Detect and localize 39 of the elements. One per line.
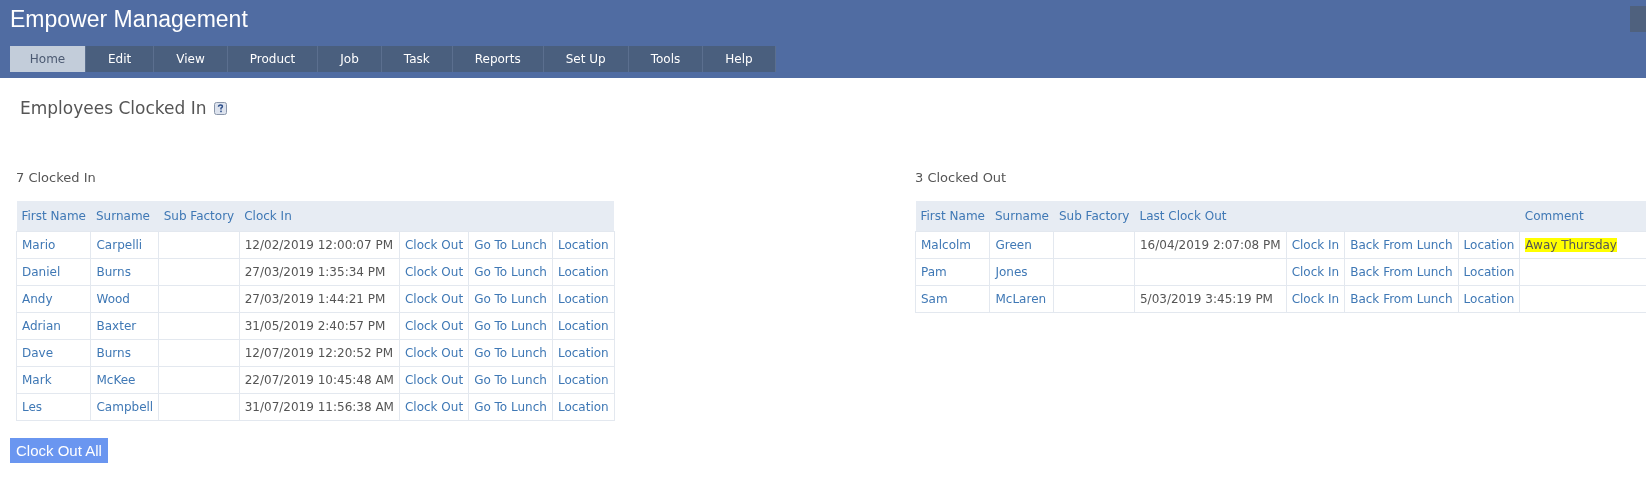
menu-tab[interactable]: Home [10, 46, 86, 72]
table-cell: 31/07/2019 11:56:38 AM [244, 400, 394, 414]
table-cell: 12/02/2019 12:00:07 PM [244, 238, 393, 252]
menu-tab[interactable]: Product [227, 46, 319, 72]
comment-text: Away Thursday [1525, 238, 1617, 252]
table-cell: 27/03/2019 1:44:21 PM [244, 292, 386, 306]
menu-tab[interactable]: Help [703, 46, 776, 72]
menu-tab[interactable]: Tools [628, 46, 704, 72]
column-header: Sub Factory [163, 209, 235, 223]
menu-tab[interactable]: View [154, 46, 228, 72]
app-title: Empower Management [10, 6, 248, 33]
employee-link[interactable]: Sam [921, 292, 948, 306]
column-header: Surname [96, 209, 150, 223]
employee-link[interactable]: Les [22, 400, 43, 414]
table-cell: 12/07/2019 12:20:52 PM [244, 346, 393, 360]
table-cell: 22/07/2019 10:45:48 AM [244, 373, 394, 387]
employee-link[interactable]: Pam [921, 265, 947, 279]
menu-tab[interactable]: Reports [452, 46, 544, 72]
menu-tab[interactable]: Job [318, 46, 382, 72]
employee-link[interactable]: Mark [22, 373, 52, 387]
table-cell: 5/03/2019 3:45:19 PM [1139, 292, 1273, 306]
table-cell: 27/03/2019 1:35:34 PM [244, 265, 386, 279]
column-header: First Name [21, 209, 86, 223]
table-cell: 31/05/2019 2:40:57 PM [244, 319, 386, 333]
table-cell: 16/04/2019 2:07:08 PM [1139, 238, 1281, 252]
column-header: Last Clock Out [1139, 209, 1227, 223]
menu-tab[interactable]: Edit [86, 46, 155, 72]
help-icon[interactable] [214, 101, 228, 115]
page-title: Employees Clocked In [20, 98, 207, 118]
column-header: First Name [920, 209, 985, 223]
section-heading: 3 Clocked Out [915, 170, 1008, 187]
column-header: Clock In [244, 209, 292, 223]
clock-out-all-button[interactable]: Clock Out All [10, 438, 108, 463]
menu-tab[interactable]: Set Up [543, 46, 629, 72]
column-header: Comment [1524, 209, 1584, 223]
section-heading: 7 Clocked In [16, 170, 97, 187]
menu-tab[interactable]: Task [381, 46, 453, 72]
column-header: Sub Factory [1058, 209, 1130, 223]
column-header: Surname [995, 209, 1049, 223]
